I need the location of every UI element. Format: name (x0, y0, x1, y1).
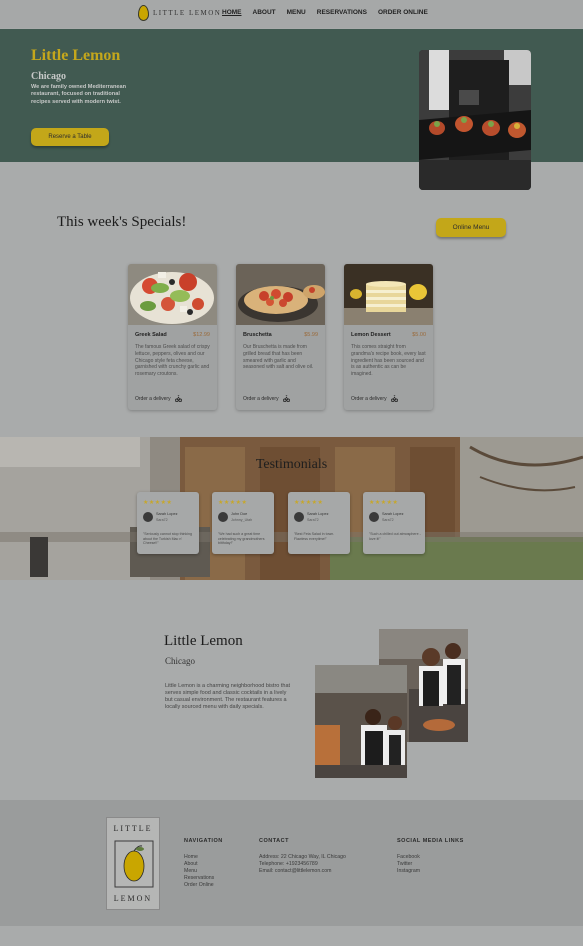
avatar (218, 512, 228, 522)
card-name: Bruschetta (243, 332, 272, 338)
delivery-bike-icon (174, 395, 182, 402)
review-quote: "Best Feta Salad in town. Flawless every… (294, 532, 335, 541)
card-name: Lemon Dessert (351, 332, 391, 338)
testimonials-title: Testimonials (255, 457, 328, 472)
hero-food-image (419, 50, 531, 190)
footer-logo-top-text: LITTLE (113, 824, 153, 833)
card-name: Greek Salad (135, 332, 167, 338)
card-description: The famous Greek salad of crispy lettuce… (135, 344, 210, 377)
bruschetta-image (236, 264, 325, 325)
footer-telephone[interactable]: Telephone: +1923456789 (259, 861, 346, 868)
footer-contact-list: Address: 22 Chicago Way, IL Chicago Tele… (259, 854, 346, 875)
nav-link-about[interactable]: ABOUT (253, 9, 276, 16)
lemon-dessert-image (344, 264, 433, 325)
card-price: $5.00 (412, 332, 426, 338)
nav-link-order-online[interactable]: ORDER ONLINE (378, 9, 428, 16)
rating-stars: ★★★★★ (369, 500, 399, 506)
rating-stars: ★★★★★ (294, 500, 324, 506)
testimonial-card: ★★★★★ Sarah Lopez Sara72 "Seriously cann… (137, 492, 199, 554)
header-logo[interactable]: LITTLE LEMON (138, 5, 221, 21)
review-quote: "Such a chilled out atmosphere - love it… (369, 532, 421, 541)
footer-logo[interactable]: LITTLE LEMON (106, 817, 160, 910)
special-card-bruschetta[interactable]: Bruschetta $5.99 Our Bruschetta is made … (236, 264, 325, 410)
special-card-greek-salad[interactable]: Greek Salad $12.99 The famous Greek sala… (128, 264, 217, 410)
footer-contact-title: CONTACT (259, 838, 289, 844)
order-delivery-label: Order a delivery (135, 395, 171, 402)
reserve-table-button[interactable]: Reserve a Table (31, 128, 109, 146)
specials-title: This week's Specials! (57, 214, 187, 230)
card-description: This comes straight from grandma's recip… (351, 344, 426, 377)
footer-navigation-title: NAVIGATION (184, 838, 223, 844)
reviewer-handle: Sara72 (307, 518, 319, 522)
nav-link-menu[interactable]: MENU (287, 9, 306, 16)
order-delivery-link[interactable]: Order a delivery (243, 395, 290, 402)
testimonial-card: ★★★★★ John Doe Johnny_Utah "We had such … (212, 492, 274, 554)
hero-description: We are family owned Mediterranean restau… (31, 84, 127, 105)
footer-link-order-online[interactable]: Order Online (184, 882, 214, 889)
footer-navigation-list: Home About Menu Reservations Order Onlin… (184, 854, 214, 889)
about-description: Little Lemon is a charming neighborhood … (165, 683, 291, 711)
avatar (294, 512, 304, 522)
footer-email[interactable]: Email: contact@littlelemon.com (259, 868, 346, 875)
reviewer-name: Sarah Lopez (156, 512, 178, 516)
nav-links: HOME ABOUT MENU RESERVATIONS ORDER ONLIN… (222, 9, 428, 16)
footer-link-instagram[interactable]: Instagram (397, 868, 420, 875)
footer-social-list: Facebook Twitter Instagram (397, 854, 420, 875)
delivery-bike-icon (390, 395, 398, 402)
testimonial-card: ★★★★★ Sarah Lopez Sara72 "Such a chilled… (363, 492, 425, 554)
card-price: $5.99 (304, 332, 318, 338)
hero-city: Chicago (31, 71, 66, 82)
footer-link-facebook[interactable]: Facebook (397, 854, 420, 861)
avatar (143, 512, 153, 522)
special-card-lemon-dessert[interactable]: Lemon Dessert $5.00 This comes straight … (344, 264, 433, 410)
testimonial-card: ★★★★★ Sarah Lopez Sara72 "Best Feta Sala… (288, 492, 350, 554)
order-delivery-link[interactable]: Order a delivery (135, 395, 182, 402)
online-menu-button[interactable]: Online Menu (436, 218, 506, 237)
footer-address: Address: 22 Chicago Way, IL Chicago (259, 854, 346, 860)
reviewer-handle: Johnny_Utah (231, 518, 253, 522)
footer-link-about[interactable]: About (184, 861, 214, 868)
footer-link-home[interactable]: Home (184, 854, 214, 861)
logo-text: LITTLE LEMON (153, 9, 222, 17)
reviewer-name: Sarah Lopez (307, 512, 329, 516)
hero-section: Little Lemon Chicago We are family owned… (0, 29, 583, 190)
avatar (369, 512, 379, 522)
footer-link-reservations[interactable]: Reservations (184, 875, 214, 882)
footer-link-twitter[interactable]: Twitter (397, 861, 420, 868)
nav-link-home[interactable]: HOME (222, 9, 242, 16)
lemon-logo-icon (138, 5, 149, 21)
reviewer-handle: Sara72 (382, 518, 394, 522)
footer-social-title: SOCIAL MEDIA LINKS (397, 838, 464, 844)
reviewer-name: Sarah Lopez (382, 512, 404, 516)
top-nav: LITTLE LEMON HOME ABOUT MENU RESERVATION… (0, 0, 583, 28)
about-title: Little Lemon (164, 633, 243, 649)
card-price: $12.99 (193, 332, 210, 338)
order-delivery-label: Order a delivery (351, 395, 387, 402)
rating-stars: ★★★★★ (143, 500, 173, 506)
review-quote: "Seriously cannot stop thinking about th… (143, 532, 193, 546)
testimonials-section: Testimonials ★★★★★ Sarah Lopez Sara72 "S… (0, 437, 583, 580)
nav-link-reservations[interactable]: RESERVATIONS (317, 9, 367, 16)
greek-salad-image (128, 264, 217, 325)
chefs-photo-bottom (315, 665, 407, 778)
review-quote: "We had such a great time celebrating my… (218, 532, 265, 546)
order-delivery-link[interactable]: Order a delivery (351, 395, 398, 402)
hero-title: Little Lemon (31, 47, 121, 64)
footer-logo-bottom-text: LEMON (113, 894, 153, 903)
reviewer-handle: Sara72 (156, 518, 168, 522)
lemon-logo-icon (114, 840, 154, 888)
about-city: Chicago (165, 656, 195, 666)
delivery-bike-icon (282, 395, 290, 402)
footer-link-menu[interactable]: Menu (184, 868, 214, 875)
card-description: Our Bruschetta is made from grilled brea… (243, 344, 314, 371)
rating-stars: ★★★★★ (218, 500, 248, 506)
reviewer-name: John Doe (231, 512, 248, 516)
order-delivery-label: Order a delivery (243, 395, 279, 402)
